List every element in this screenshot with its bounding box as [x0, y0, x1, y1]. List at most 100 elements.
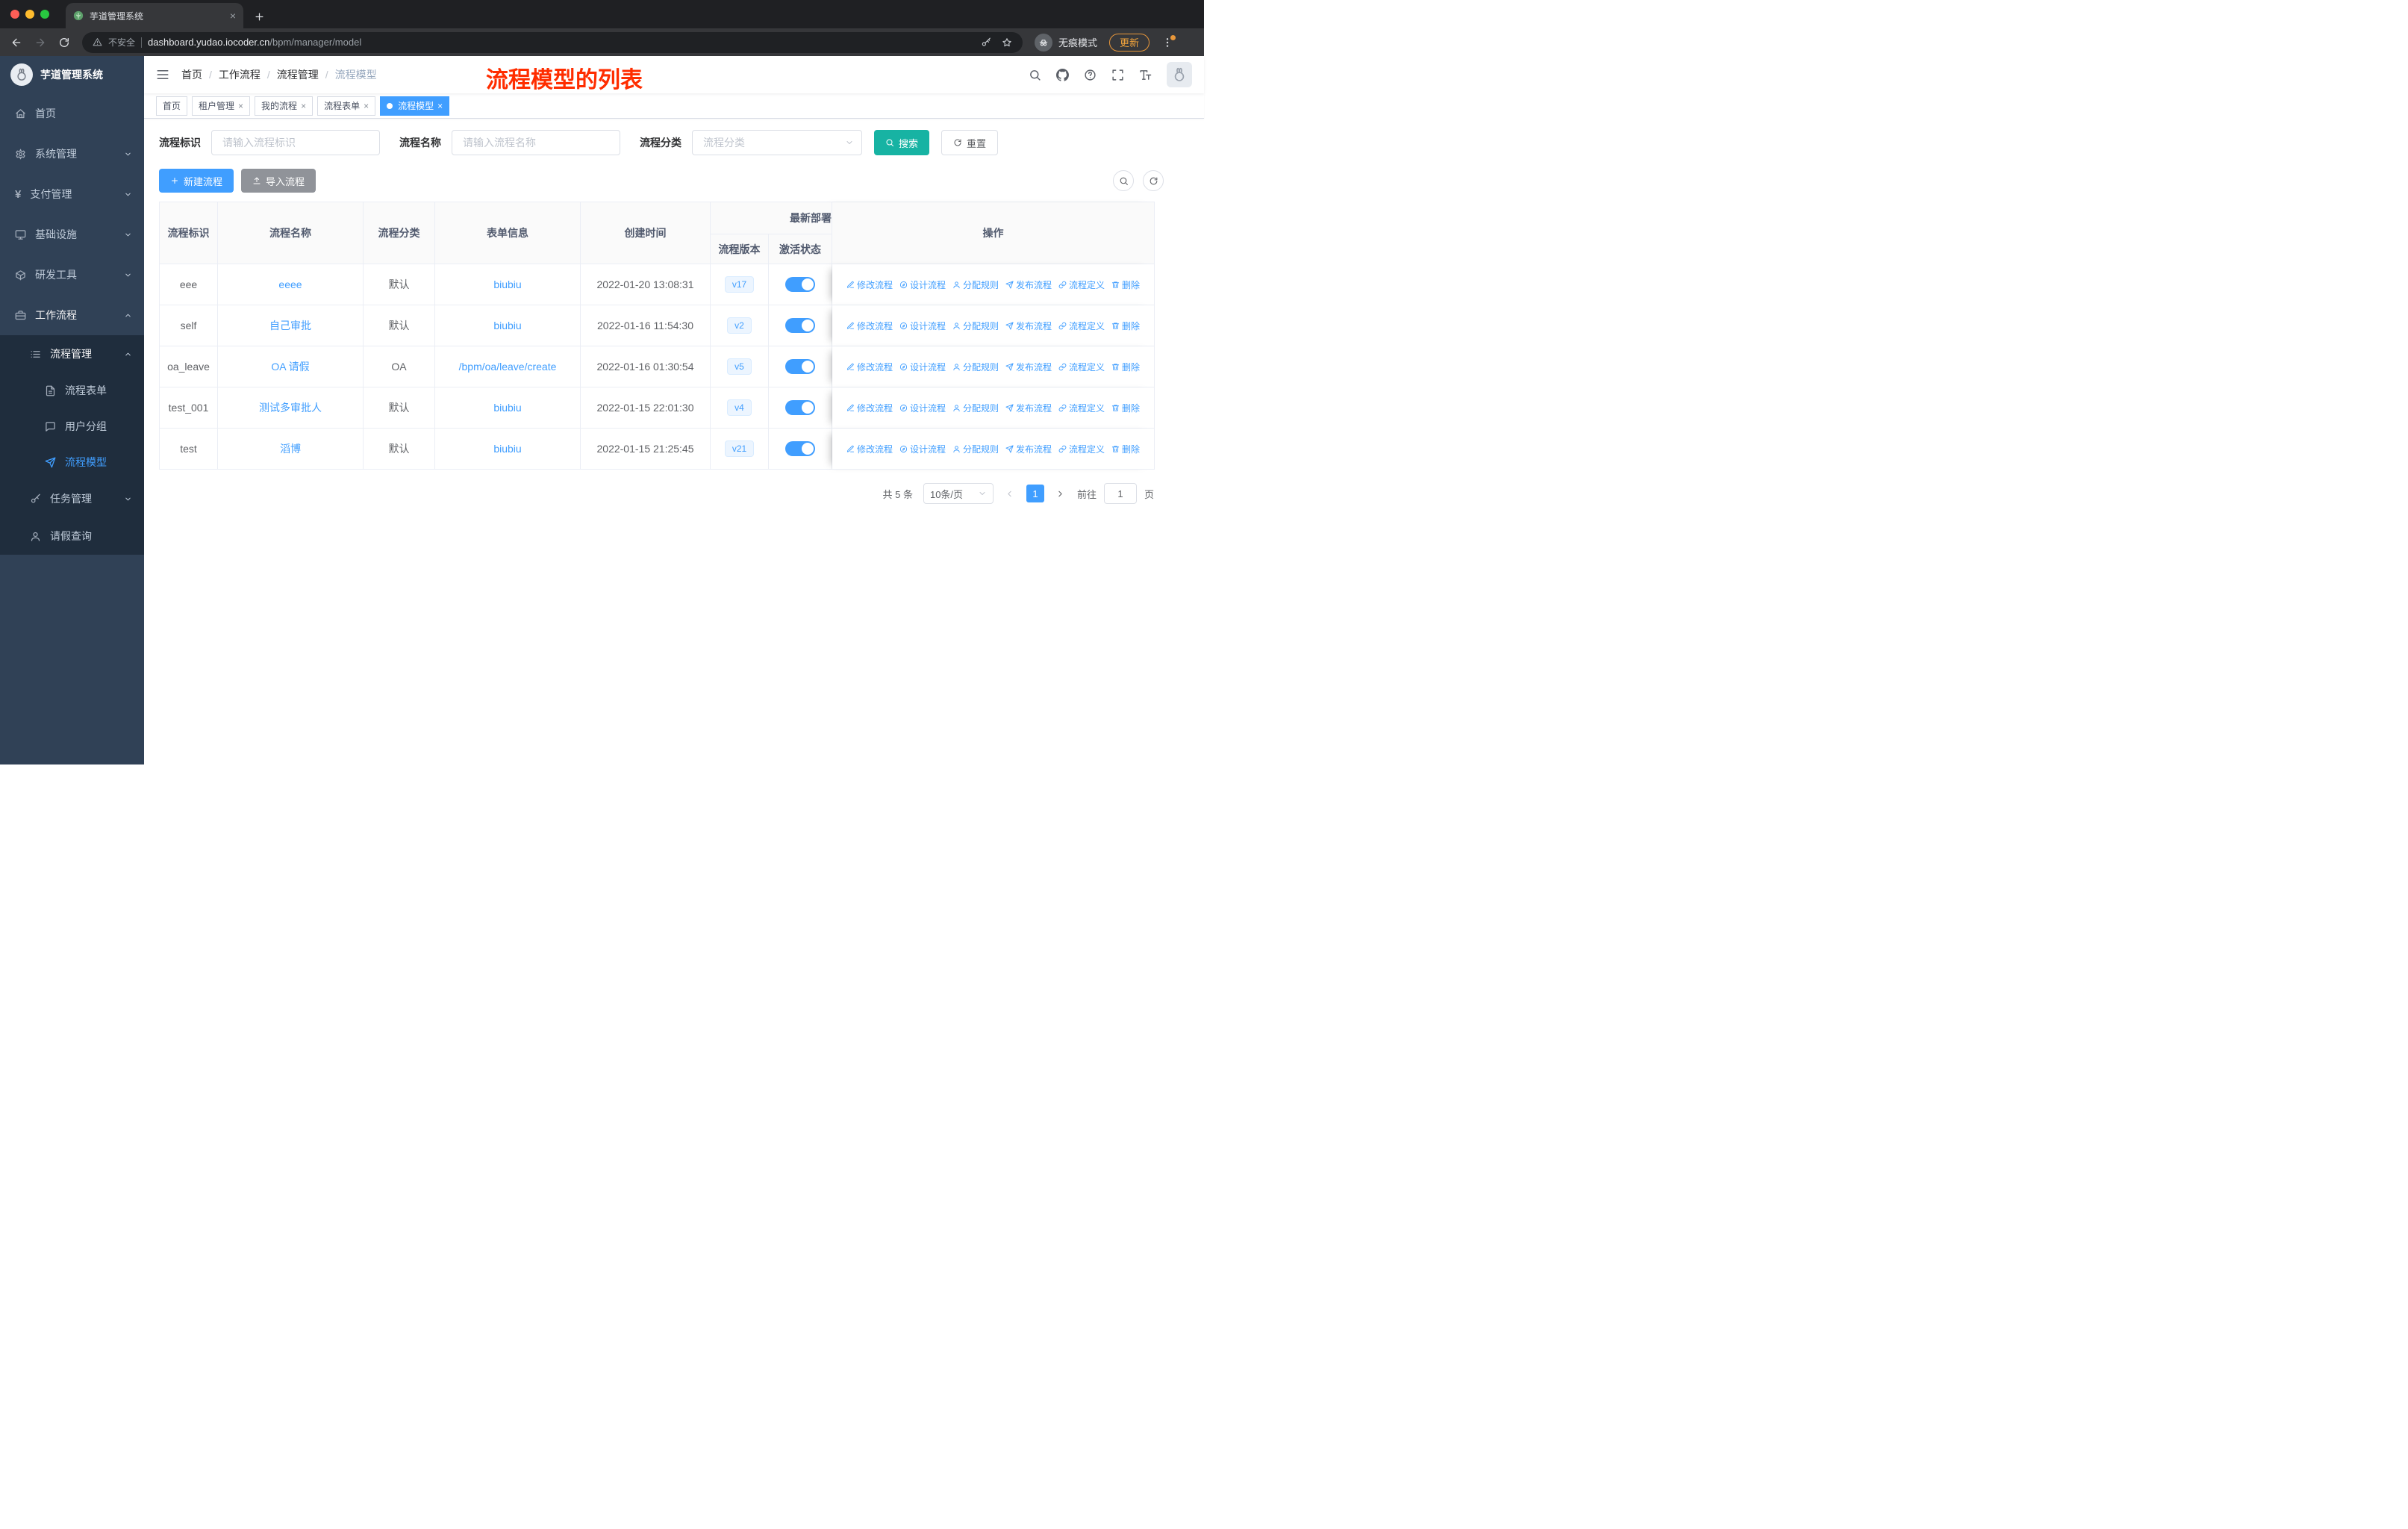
action-design-link[interactable]: 设计流程	[899, 361, 946, 373]
form-info-link[interactable]: biubiu	[493, 443, 521, 455]
browser-menu-icon[interactable]	[1161, 34, 1176, 49]
version-badge[interactable]: v17	[724, 276, 755, 293]
action-publish-link[interactable]: 发布流程	[1005, 443, 1052, 455]
form-info-link[interactable]: biubiu	[493, 278, 521, 290]
version-badge[interactable]: v4	[727, 399, 752, 416]
version-badge[interactable]: v2	[727, 317, 752, 334]
action-delete-link[interactable]: 删除	[1111, 361, 1140, 373]
action-delete-link[interactable]: 删除	[1111, 278, 1140, 291]
action-assign-link[interactable]: 分配规则	[952, 402, 999, 414]
form-info-link[interactable]: /bpm/oa/leave/create	[459, 361, 557, 373]
process-name-link[interactable]: 测试多审批人	[259, 402, 322, 414]
search-icon[interactable]	[1029, 69, 1041, 81]
search-button[interactable]: 搜索	[874, 130, 930, 155]
sidebar-item-infra[interactable]: 基础设施	[0, 214, 144, 255]
tag-close-icon[interactable]: ×	[437, 101, 443, 111]
close-window-button[interactable]	[10, 10, 19, 19]
tag-home[interactable]: 首页	[156, 96, 188, 116]
action-design-link[interactable]: 设计流程	[899, 278, 946, 291]
sidebar-item-task-manage[interactable]: 任务管理	[0, 480, 144, 517]
sidebar-item-leave-query[interactable]: 请假查询	[0, 517, 144, 555]
address-bar[interactable]: 不安全 dashboard.yudao.iocoder.cn/bpm/manag…	[82, 31, 1023, 53]
process-name-input[interactable]	[452, 130, 620, 155]
new-tab-button[interactable]	[254, 11, 265, 22]
tag-tenant[interactable]: 租户管理 ×	[192, 96, 251, 116]
bookmark-icon[interactable]	[1002, 37, 1012, 48]
prev-page-button[interactable]	[1001, 485, 1019, 502]
active-toggle[interactable]	[785, 277, 815, 292]
action-assign-link[interactable]: 分配规则	[952, 320, 999, 332]
action-definition-link[interactable]: 流程定义	[1058, 402, 1105, 414]
sidebar-item-payment[interactable]: ¥ 支付管理	[0, 174, 144, 214]
reset-button[interactable]: 重置	[941, 130, 999, 155]
tag-my-process[interactable]: 我的流程 ×	[255, 96, 314, 116]
action-publish-link[interactable]: 发布流程	[1005, 402, 1052, 414]
toggle-search-button[interactable]	[1113, 170, 1134, 191]
process-name-link[interactable]: OA 请假	[271, 361, 309, 373]
process-name-link[interactable]: 滔博	[280, 443, 301, 455]
forward-button[interactable]	[34, 37, 46, 49]
app-logo[interactable]: 芋道管理系统	[0, 56, 144, 93]
action-definition-link[interactable]: 流程定义	[1058, 443, 1105, 455]
fullscreen-icon[interactable]	[1111, 69, 1124, 81]
action-delete-link[interactable]: 删除	[1111, 402, 1140, 414]
tag-close-icon[interactable]: ×	[238, 101, 243, 111]
action-assign-link[interactable]: 分配规则	[952, 443, 999, 455]
process-name-link[interactable]: 自己审批	[269, 320, 311, 331]
action-edit-link[interactable]: 修改流程	[846, 320, 893, 332]
active-toggle[interactable]	[785, 441, 815, 456]
action-design-link[interactable]: 设计流程	[899, 320, 946, 332]
password-manager-icon[interactable]	[981, 37, 991, 48]
action-definition-link[interactable]: 流程定义	[1058, 320, 1105, 332]
active-toggle[interactable]	[785, 318, 815, 333]
sidebar-item-devtools[interactable]: 研发工具	[0, 255, 144, 295]
action-design-link[interactable]: 设计流程	[899, 402, 946, 414]
action-definition-link[interactable]: 流程定义	[1058, 361, 1105, 373]
form-info-link[interactable]: biubiu	[493, 402, 521, 414]
tag-close-icon[interactable]: ×	[364, 101, 369, 111]
sidebar-toggle-icon[interactable]	[156, 68, 169, 81]
font-size-icon[interactable]	[1139, 69, 1152, 81]
action-delete-link[interactable]: 删除	[1111, 320, 1140, 332]
tag-process-form[interactable]: 流程表单 ×	[317, 96, 376, 116]
active-toggle[interactable]	[785, 359, 815, 374]
sidebar-item-home[interactable]: 首页	[0, 93, 144, 134]
action-delete-link[interactable]: 删除	[1111, 443, 1140, 455]
sidebar-item-process-form[interactable]: 流程表单	[0, 373, 144, 408]
sidebar-item-user-group[interactable]: 用户分组	[0, 408, 144, 444]
minimize-window-button[interactable]	[25, 10, 34, 19]
zoom-window-button[interactable]	[40, 10, 49, 19]
version-badge[interactable]: v21	[724, 440, 755, 457]
action-publish-link[interactable]: 发布流程	[1005, 320, 1052, 332]
security-warning-icon[interactable]	[93, 37, 102, 47]
create-process-button[interactable]: 新建流程	[159, 169, 234, 193]
github-icon[interactable]	[1056, 68, 1069, 81]
version-badge[interactable]: v5	[727, 358, 752, 375]
tag-process-model[interactable]: 流程模型 ×	[380, 96, 450, 116]
goto-page-input[interactable]	[1103, 483, 1137, 504]
active-toggle[interactable]	[785, 400, 815, 415]
tab-close-icon[interactable]: ×	[230, 10, 236, 22]
process-name-link[interactable]: eeee	[278, 278, 302, 290]
refresh-table-button[interactable]	[1143, 170, 1164, 191]
update-button[interactable]: 更新	[1109, 33, 1150, 52]
tag-close-icon[interactable]: ×	[301, 101, 306, 111]
action-edit-link[interactable]: 修改流程	[846, 443, 893, 455]
browser-tab[interactable]: 芋道管理系统 ×	[66, 3, 243, 28]
action-edit-link[interactable]: 修改流程	[846, 361, 893, 373]
action-assign-link[interactable]: 分配规则	[952, 278, 999, 291]
action-design-link[interactable]: 设计流程	[899, 443, 946, 455]
form-info-link[interactable]: biubiu	[493, 320, 521, 331]
action-edit-link[interactable]: 修改流程	[846, 402, 893, 414]
next-page-button[interactable]	[1052, 485, 1070, 502]
import-process-button[interactable]: 导入流程	[241, 169, 316, 193]
page-number-button[interactable]: 1	[1026, 485, 1044, 502]
page-size-select[interactable]: 10条/页	[923, 483, 994, 504]
action-definition-link[interactable]: 流程定义	[1058, 278, 1105, 291]
action-edit-link[interactable]: 修改流程	[846, 278, 893, 291]
action-publish-link[interactable]: 发布流程	[1005, 361, 1052, 373]
sidebar-item-process-model[interactable]: 流程模型	[0, 444, 144, 480]
breadcrumb-item[interactable]: 工作流程	[202, 67, 261, 82]
user-avatar[interactable]	[1167, 62, 1192, 87]
action-publish-link[interactable]: 发布流程	[1005, 278, 1052, 291]
